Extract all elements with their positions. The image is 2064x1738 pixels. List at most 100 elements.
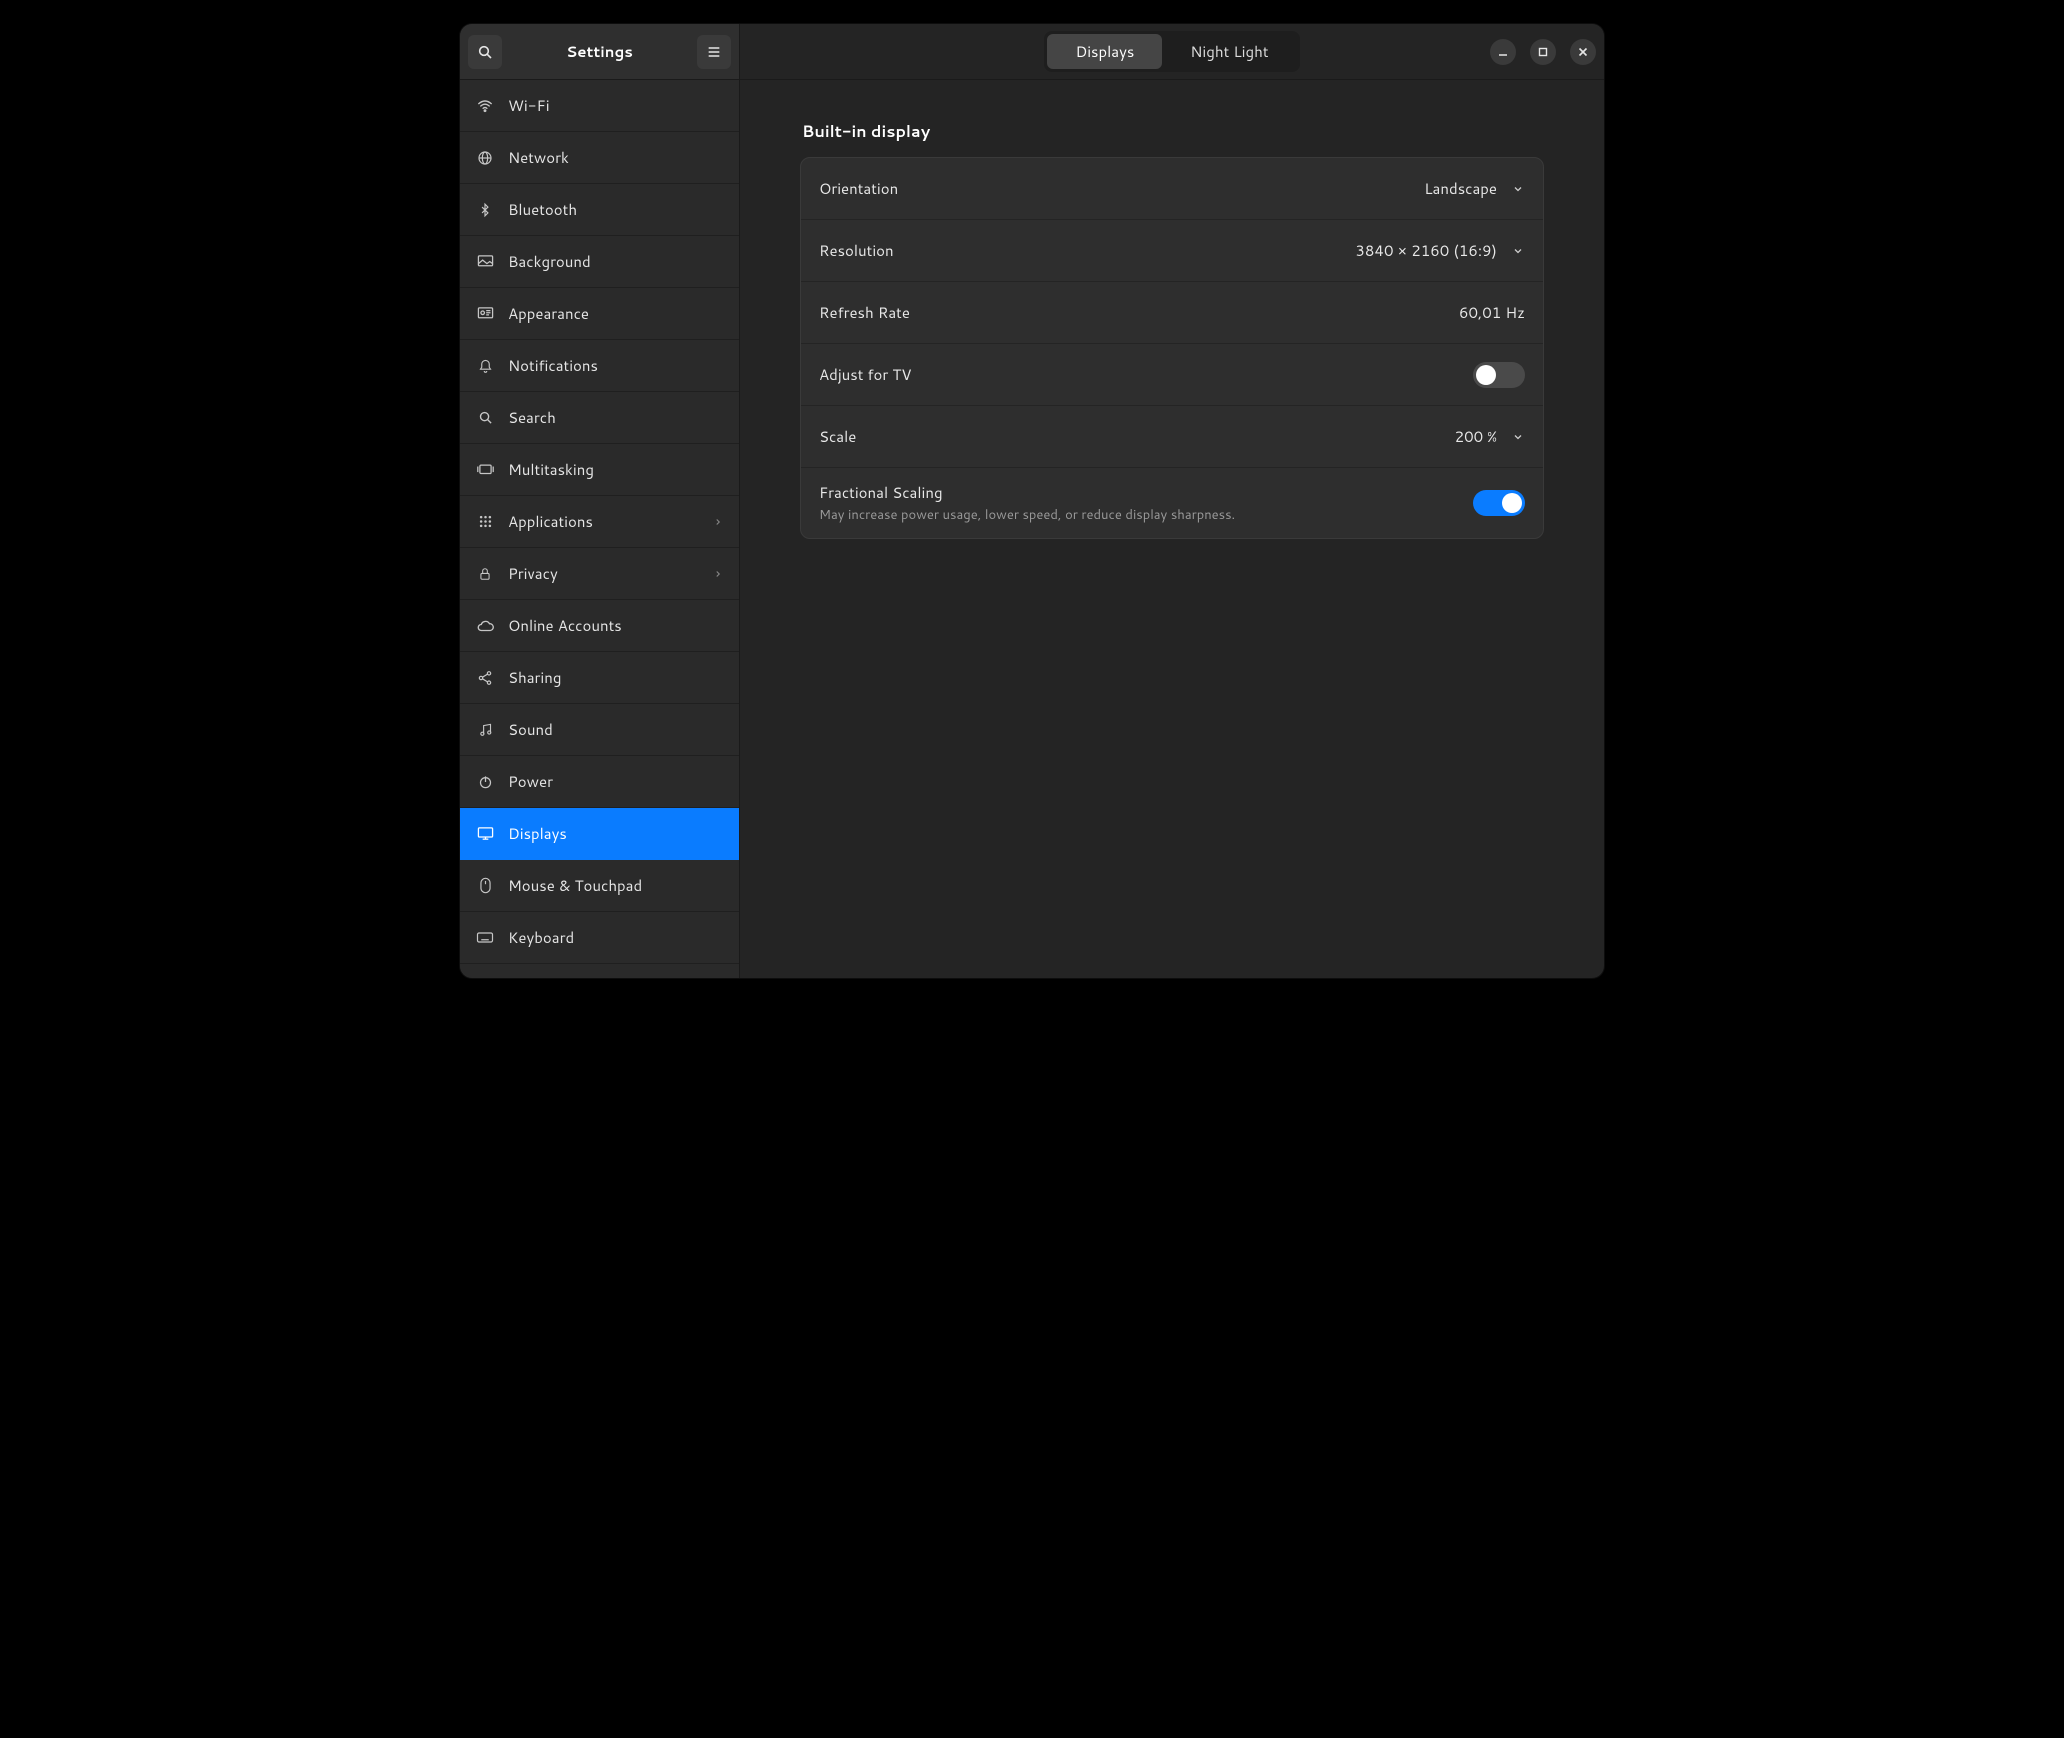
tab-switcher: Displays Night Light — [1044, 31, 1299, 72]
row-left: Fractional Scaling May increase power us… — [819, 482, 1235, 524]
music-icon — [476, 721, 494, 739]
row-label: Fractional Scaling — [819, 482, 1235, 503]
tab-night-light[interactable]: Night Light — [1162, 34, 1296, 69]
section-title: Built-in display — [802, 120, 1544, 143]
sidebar-item-appearance[interactable]: Appearance — [460, 288, 739, 340]
display-panel: Orientation Landscape Resolution 3840 × … — [800, 157, 1544, 539]
cloud-icon — [476, 617, 494, 635]
background-icon — [476, 253, 494, 271]
row-value-wrap — [1473, 362, 1525, 388]
sidebar-item-label: Background — [508, 251, 591, 272]
sidebar-item-label: Keyboard — [508, 927, 574, 948]
menu-button[interactable] — [697, 35, 731, 69]
sidebar-item-label: Applications — [508, 511, 593, 532]
sidebar-item-background[interactable]: Background — [460, 236, 739, 288]
sidebar-item-label: Displays — [508, 823, 567, 844]
row-value: 3840 × 2160 (16:9) — [1355, 240, 1497, 261]
settings-window: Settings Displays Night Light — [460, 24, 1604, 978]
sidebar-item-label: Network — [508, 147, 569, 168]
sidebar-item-multitasking[interactable]: Multitasking — [460, 444, 739, 496]
row-subtitle: May increase power usage, lower speed, o… — [819, 506, 1235, 524]
row-value-wrap: 200 % — [1455, 426, 1525, 447]
sidebar-item-mouse-touchpad[interactable]: Mouse & Touchpad — [460, 860, 739, 912]
row-scale[interactable]: Scale 200 % — [801, 406, 1543, 468]
row-value: 200 % — [1455, 426, 1497, 447]
sidebar-item-network[interactable]: Network — [460, 132, 739, 184]
row-fractional-scaling: Fractional Scaling May increase power us… — [801, 468, 1543, 538]
switch-fractional-scaling[interactable] — [1473, 490, 1525, 516]
header-right: Displays Night Light — [740, 24, 1604, 79]
sidebar-item-label: Appearance — [508, 303, 589, 324]
chevron-right-icon — [713, 516, 723, 528]
sidebar-item-label: Search — [508, 407, 556, 428]
close-icon — [1578, 47, 1588, 57]
sidebar-item-sound[interactable]: Sound — [460, 704, 739, 756]
row-adjust-for-tv: Adjust for TV — [801, 344, 1543, 406]
globe-icon — [476, 149, 494, 167]
row-value-wrap: 3840 × 2160 (16:9) — [1355, 240, 1525, 261]
close-button[interactable] — [1570, 39, 1596, 65]
sidebar-item-applications[interactable]: Applications — [460, 496, 739, 548]
sidebar-item-label: Bluetooth — [508, 199, 577, 220]
row-orientation[interactable]: Orientation Landscape — [801, 158, 1543, 220]
appearance-icon — [476, 305, 494, 323]
tab-displays[interactable]: Displays — [1047, 34, 1162, 69]
sidebar-item-label: Wi-Fi — [508, 95, 550, 116]
row-label: Adjust for TV — [819, 364, 911, 385]
chevron-down-icon — [1511, 430, 1525, 444]
displays-icon — [476, 825, 494, 843]
sidebar-item-sharing[interactable]: Sharing — [460, 652, 739, 704]
sidebar-item-label: Power — [508, 771, 553, 792]
content-area: Built-in display Orientation Landscape R… — [740, 80, 1604, 978]
row-label: Refresh Rate — [819, 302, 910, 323]
search-button[interactable] — [468, 35, 502, 69]
row-label: Scale — [819, 426, 856, 447]
sidebar-item-power[interactable]: Power — [460, 756, 739, 808]
sidebar-item-wi-fi[interactable]: Wi-Fi — [460, 80, 739, 132]
header-left: Settings — [460, 24, 740, 79]
search-icon — [476, 409, 494, 427]
apps-icon — [476, 513, 494, 531]
sidebar-item-label: Online Accounts — [508, 615, 622, 636]
sidebar-item-displays[interactable]: Displays — [460, 808, 739, 860]
sidebar-item-keyboard[interactable]: Keyboard — [460, 912, 739, 964]
row-value-wrap — [1473, 490, 1525, 516]
maximize-button[interactable] — [1530, 39, 1556, 65]
row-value: 60,01 Hz — [1459, 302, 1525, 323]
row-refresh-rate[interactable]: Refresh Rate 60,01 Hz — [801, 282, 1543, 344]
row-resolution[interactable]: Resolution 3840 × 2160 (16:9) — [801, 220, 1543, 282]
chevron-right-icon — [713, 568, 723, 580]
window-controls — [1490, 39, 1596, 65]
bluetooth-icon — [476, 201, 494, 219]
hamburger-icon — [706, 44, 722, 60]
sidebar-item-online-accounts[interactable]: Online Accounts — [460, 600, 739, 652]
sidebar-item-search[interactable]: Search — [460, 392, 739, 444]
sidebar-item-label: Mouse & Touchpad — [508, 875, 642, 896]
header-bar: Settings Displays Night Light — [460, 24, 1604, 80]
chevron-down-icon — [1511, 182, 1525, 196]
wifi-icon — [476, 97, 494, 115]
row-value-wrap: 60,01 Hz — [1459, 302, 1525, 323]
app-title: Settings — [502, 41, 697, 62]
minimize-button[interactable] — [1490, 39, 1516, 65]
search-icon — [477, 44, 493, 60]
minimize-icon — [1498, 47, 1508, 57]
row-value: Landscape — [1424, 178, 1497, 199]
multitask-icon — [476, 461, 494, 479]
row-value-wrap: Landscape — [1424, 178, 1525, 199]
sidebar-item-label: Multitasking — [508, 459, 594, 480]
sidebar-item-bluetooth[interactable]: Bluetooth — [460, 184, 739, 236]
mouse-icon — [476, 877, 494, 895]
sidebar-item-label: Sound — [508, 719, 553, 740]
switch-adjust-tv[interactable] — [1473, 362, 1525, 388]
window-body: Wi-Fi Network Bluetooth Background Appearanc… — [460, 80, 1604, 978]
sidebar-item-label: Sharing — [508, 667, 561, 688]
sidebar-item-notifications[interactable]: Notifications — [460, 340, 739, 392]
share-icon — [476, 669, 494, 687]
maximize-icon — [1538, 47, 1548, 57]
sidebar-item-label: Notifications — [508, 355, 598, 376]
sidebar: Wi-Fi Network Bluetooth Background Appearanc… — [460, 80, 740, 978]
row-label: Orientation — [819, 178, 898, 199]
keyboard-icon — [476, 929, 494, 947]
sidebar-item-privacy[interactable]: Privacy — [460, 548, 739, 600]
